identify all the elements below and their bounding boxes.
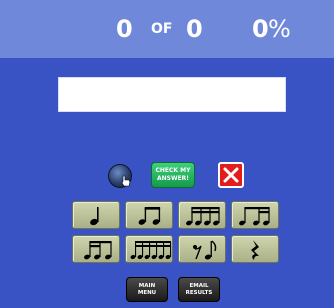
rhythm-button-quarter-rest[interactable] bbox=[231, 235, 279, 263]
clear-button[interactable] bbox=[218, 162, 244, 188]
play-rhythm-button[interactable] bbox=[108, 164, 132, 188]
quarter-note-icon bbox=[90, 207, 99, 226]
check-label-line1: CHECK MY bbox=[155, 167, 191, 174]
rhythm-button-quarter-note[interactable] bbox=[72, 201, 120, 229]
rhythm-button-two-eighths[interactable] bbox=[125, 201, 173, 229]
check-label-line2: ANSWER! bbox=[156, 175, 190, 182]
rhythm-button-six-sixteenths[interactable] bbox=[125, 235, 173, 263]
email-results-label-line2: RESULTS bbox=[185, 290, 213, 296]
total-count: 0 bbox=[186, 15, 203, 43]
hand-pointer-icon bbox=[121, 175, 131, 187]
main-menu-button[interactable]: MAIN MENU bbox=[126, 277, 168, 302]
email-results-label-line1: EMAIL bbox=[189, 283, 209, 289]
percent-value: 0 bbox=[252, 15, 269, 43]
main-menu-label-line2: MENU bbox=[137, 290, 157, 296]
four-sixteenth-notes-icon bbox=[186, 207, 220, 226]
two-sixteenths-eighth-icon bbox=[84, 241, 112, 260]
rhythm-button-eighth-rest-eighth-note[interactable] bbox=[178, 235, 226, 263]
two-eighth-notes-icon bbox=[138, 207, 161, 225]
answer-display bbox=[58, 77, 286, 112]
rhythm-button-two-sixteenths-eighth[interactable] bbox=[72, 235, 120, 263]
close-icon bbox=[223, 167, 239, 183]
rhythm-button-eighth-two-sixteenths[interactable] bbox=[231, 201, 279, 229]
quarter-rest-icon bbox=[251, 240, 259, 260]
rhythm-button-four-sixteenths[interactable] bbox=[178, 201, 226, 229]
main-menu-label-line1: MAIN bbox=[138, 283, 156, 289]
correct-count: 0 bbox=[116, 15, 133, 43]
percent-sign: % bbox=[268, 15, 291, 43]
six-sixteenth-notes-icon bbox=[130, 241, 172, 260]
eighth-rest-eighth-note-icon bbox=[193, 240, 217, 260]
eighth-two-sixteenths-icon bbox=[239, 207, 270, 226]
email-results-button[interactable]: EMAIL RESULTS bbox=[178, 277, 220, 302]
of-label: OF bbox=[151, 21, 173, 37]
check-answer-button[interactable]: CHECK MY ANSWER! bbox=[151, 162, 195, 188]
